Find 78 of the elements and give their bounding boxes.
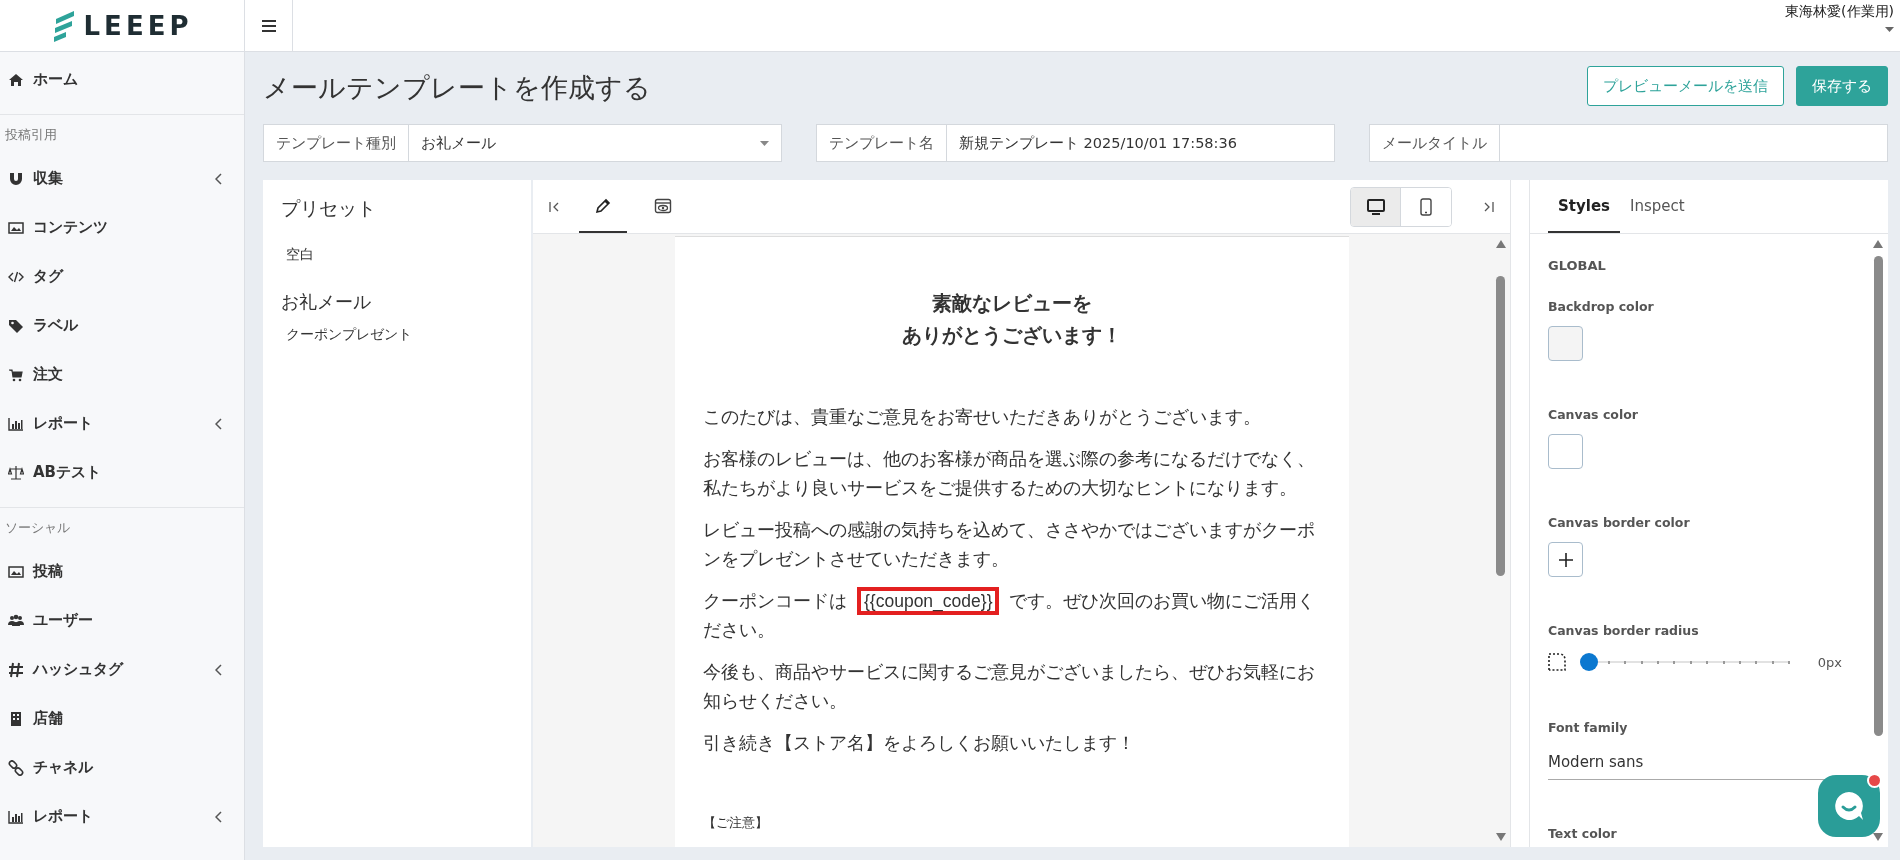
- sidebar-item[interactable]: レポート: [0, 792, 244, 841]
- logo: LEEEP: [51, 8, 193, 43]
- sidebar-item[interactable]: レポート: [0, 399, 244, 448]
- panel-title: プリセット: [281, 196, 377, 221]
- chat-button[interactable]: [1818, 775, 1880, 837]
- sidebar-item[interactable]: 店舗: [0, 694, 244, 743]
- sidebar-item[interactable]: タグ: [0, 252, 244, 301]
- property-label: Text color: [1548, 826, 1618, 841]
- property-label: Canvas border radius: [1548, 623, 1700, 638]
- sidebar-item[interactable]: コンテンツ: [0, 203, 244, 252]
- placeholder-field[interactable]: {{coupon_code}}: [857, 587, 1000, 615]
- section-heading: 投稿引用: [4, 126, 58, 144]
- scroll-up-icon[interactable]: [1495, 240, 1506, 248]
- plus-icon: [1558, 552, 1573, 567]
- corner-radius-icon: [1548, 653, 1566, 671]
- collapse-right-icon: [1482, 200, 1494, 213]
- sidebar-item[interactable]: ABテスト: [0, 448, 244, 497]
- image-icon: [8, 219, 24, 236]
- user-name[interactable]: 東海林愛(作業用): [1785, 3, 1894, 21]
- email-paragraph: このたびは、貴重なご意見をお寄せいただきありがとうございます。: [703, 406, 1262, 429]
- menu-icon: [261, 19, 276, 32]
- section-heading: GLOBAL: [1548, 258, 1607, 273]
- sidebar-item[interactable]: ユーザー: [0, 596, 244, 645]
- collapse-left-icon: [549, 200, 561, 213]
- section-heading: ソーシャル: [4, 519, 71, 537]
- pencil-icon: [594, 196, 612, 215]
- cart-icon: [8, 366, 24, 383]
- sidebar-item[interactable]: 投稿: [0, 547, 244, 596]
- preset-item[interactable]: クーポンプレゼント: [281, 322, 513, 348]
- email-paragraph: 今後も、商品やサービスに関するご意見がございましたら、ぜひお気軽にお知らせください。: [703, 661, 1316, 713]
- sidebar-item[interactable]: チャネル: [0, 743, 244, 792]
- monitor-icon: [1366, 197, 1385, 216]
- tag-icon: [8, 317, 24, 334]
- preset-group-heading: お礼メール: [281, 290, 372, 314]
- phone-icon: [1417, 197, 1435, 216]
- email-paragraph: お客様のレビューは、他のお客様が商品を選ぶ際の参考になるだけでなく、私たちがより良いサービスをご提供するための大切なヒントになります。: [703, 448, 1316, 500]
- preset-item[interactable]: 空白: [281, 242, 513, 268]
- sidebar-item[interactable]: ラベル: [0, 301, 244, 350]
- sidebar-item[interactable]: 収集: [0, 154, 244, 203]
- caret-icon[interactable]: [1885, 27, 1894, 32]
- link-icon: [8, 759, 24, 776]
- email-heading: ありがとうございます！: [901, 322, 1123, 349]
- hashtag-icon: [8, 661, 24, 678]
- scroll-thumb[interactable]: [1496, 275, 1505, 576]
- property-label: Backdrop color: [1548, 299, 1655, 314]
- users-icon: [8, 612, 24, 629]
- property-label: Font family: [1548, 720, 1629, 735]
- scales-icon: [8, 464, 24, 481]
- slider-value: 0px: [1817, 654, 1842, 670]
- home-icon: [8, 71, 24, 88]
- color-swatch[interactable]: [1548, 326, 1583, 361]
- sidebar-item[interactable]: 注文: [0, 350, 244, 399]
- desktop-view-button[interactable]: [1351, 187, 1401, 226]
- property-label: Canvas border color: [1548, 515, 1691, 530]
- email-paragraph: レビュー投稿への感謝の気持ちを込めて、ささやかではございますがクーポンをプレゼントさせていただきます。: [703, 519, 1316, 571]
- add-color-button[interactable]: [1548, 542, 1583, 577]
- magnet-icon: [8, 170, 24, 187]
- page-title: メールテンプレートを作成する: [263, 71, 651, 105]
- scroll-up-icon[interactable]: [1873, 240, 1883, 248]
- bar-chart-icon: [8, 415, 24, 432]
- sidebar-item[interactable]: ハッシュタグ: [0, 645, 244, 694]
- sidebar-item[interactable]: ホーム: [0, 55, 244, 104]
- note-heading: 【ご注意】: [703, 814, 769, 832]
- building-icon: [8, 710, 24, 727]
- email-heading: 素敵なレビューを: [931, 290, 1093, 317]
- eye-icon: [654, 196, 672, 215]
- image-icon: [8, 563, 24, 580]
- email-paragraph: クーポンコードは {{coupon_code}} です。ぜひ次回のお買い物にご活用ください。: [703, 587, 1323, 645]
- scroll-down-icon[interactable]: [1495, 833, 1506, 841]
- bar-chart-icon: [8, 808, 24, 825]
- color-swatch[interactable]: [1548, 434, 1583, 469]
- chat-bubble-icon: [1832, 789, 1866, 823]
- scroll-down-icon[interactable]: [1873, 833, 1883, 841]
- property-label: Canvas color: [1548, 407, 1639, 422]
- panel-tab[interactable]: Inspect: [1620, 180, 1695, 233]
- panel-tab[interactable]: Styles: [1548, 180, 1620, 233]
- scroll-thumb[interactable]: [1873, 255, 1883, 736]
- email-paragraph: 引き続き【ストア名】をよろしくお願いいたします！: [703, 732, 1136, 755]
